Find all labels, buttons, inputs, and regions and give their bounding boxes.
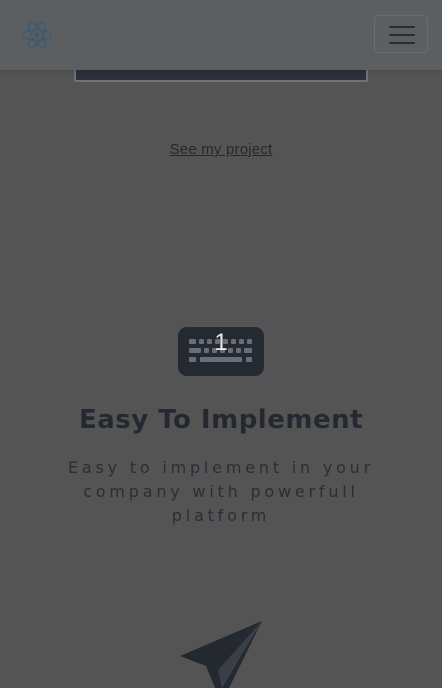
feature-description: Easy to implement in your company with p… xyxy=(67,458,374,525)
see-project-link[interactable]: See my project xyxy=(0,141,442,158)
navbar-toggler-button[interactable] xyxy=(374,15,428,53)
react-atom-icon[interactable] xyxy=(21,19,53,51)
page: See my project 1 Easy To Implement Easy … xyxy=(0,0,442,688)
navbar xyxy=(0,0,442,70)
feature-number: 1 xyxy=(214,329,228,356)
paper-plane-icon xyxy=(180,621,262,688)
feature-title: Easy To Implement xyxy=(78,405,364,435)
